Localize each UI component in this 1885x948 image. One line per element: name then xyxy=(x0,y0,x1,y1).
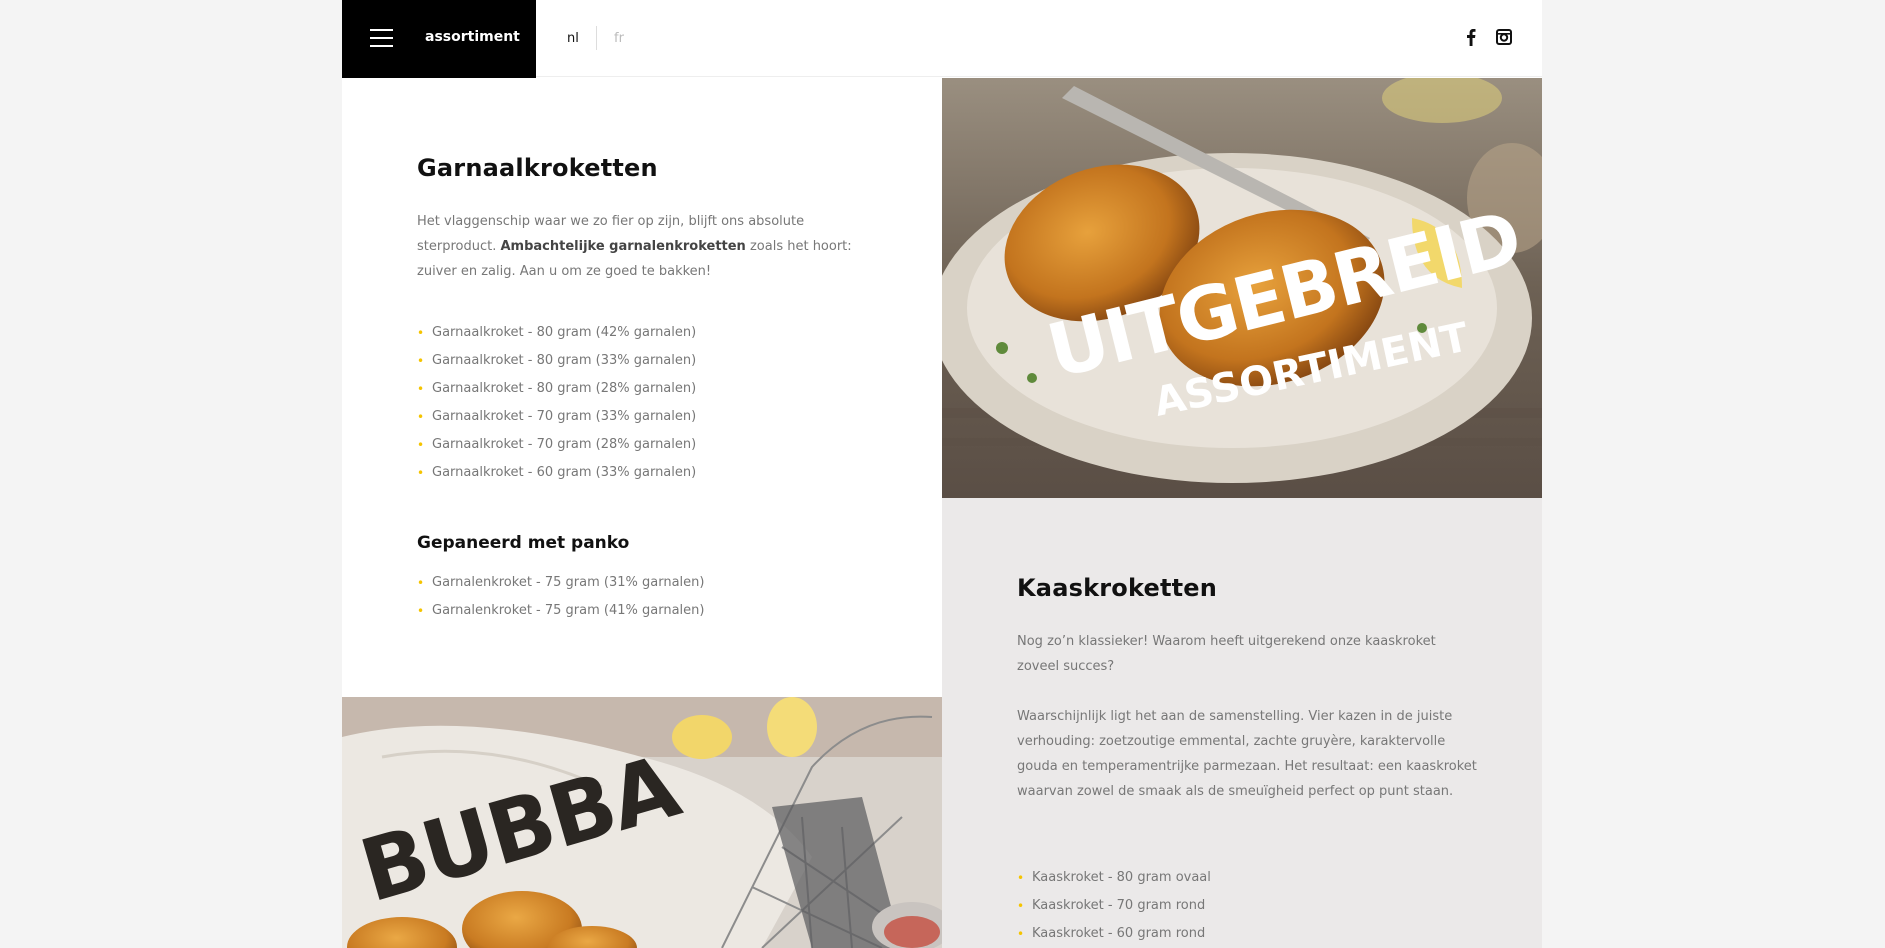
instagram-icon[interactable] xyxy=(1495,27,1513,47)
kaas-intro: Nog zo’n klassieker! Waarom heeft uitger… xyxy=(1017,634,1436,674)
facebook-icon[interactable] xyxy=(1462,27,1480,47)
kaas-section: Kaaskroketten Nog zo’n klassieker! Waaro… xyxy=(942,498,1542,948)
list-item: Garnaalkroket - 60 gram (33% garnalen) xyxy=(417,459,696,487)
list-item: Garnaalkroket - 70 gram (28% garnalen) xyxy=(417,431,696,459)
language-fr-link[interactable]: fr xyxy=(614,31,624,46)
list-item: Garnalenkroket - 75 gram (41% garnalen) xyxy=(417,597,704,625)
bubba-basket-image: BUBBA xyxy=(342,697,942,948)
panko-product-list: Garnalenkroket - 75 gram (31% garnalen) … xyxy=(417,569,704,625)
kaas-description: Waarschijnlijk ligt het aan de samenstel… xyxy=(1017,709,1477,799)
menu-title[interactable]: assortiment xyxy=(425,29,520,45)
list-item: Garnaalkroket - 80 gram (33% garnalen) xyxy=(417,347,696,375)
panko-title: Gepaneerd met panko xyxy=(417,533,630,553)
page: assortiment nl fr Garnaalkroketten Het v… xyxy=(342,0,1542,948)
plate-illustration: UITGEBREID ASSORTIMENT xyxy=(942,78,1542,498)
list-item: Garnaalkroket - 70 gram (33% garnalen) xyxy=(417,403,696,431)
garnaal-intro: Het vlaggenschip waar we zo fier op zijn… xyxy=(417,214,852,279)
list-item: Kaaskroket - 70 gram rond xyxy=(1017,892,1211,920)
garnaal-product-list: Garnaalkroket - 80 gram (42% garnalen) G… xyxy=(417,319,696,487)
garnaal-section: Garnaalkroketten Het vlaggenschip waar w… xyxy=(342,78,942,697)
menu-block[interactable]: assortiment xyxy=(342,0,536,78)
list-item: Kaaskroket - 80 gram ovaal xyxy=(1017,864,1211,892)
hamburger-menu-icon[interactable] xyxy=(370,29,393,48)
basket-illustration: BUBBA xyxy=(342,697,942,948)
language-nl-link[interactable]: nl xyxy=(567,31,579,46)
list-item: Garnalenkroket - 75 gram (31% garnalen) xyxy=(417,569,704,597)
list-item: Garnaalkroket - 80 gram (42% garnalen) xyxy=(417,319,696,347)
language-divider xyxy=(596,26,597,50)
list-item: Kaaskroket - 60 gram rond xyxy=(1017,920,1211,948)
garnaal-title: Garnaalkroketten xyxy=(417,154,658,182)
kaas-product-list: Kaaskroket - 80 gram ovaal Kaaskroket - … xyxy=(1017,864,1211,948)
list-item: Garnaalkroket - 80 gram (28% garnalen) xyxy=(417,375,696,403)
site-header: assortiment nl fr xyxy=(342,0,1542,78)
croquette-plate-image: UITGEBREID ASSORTIMENT xyxy=(942,78,1542,498)
kaas-title: Kaaskroketten xyxy=(1017,574,1218,602)
